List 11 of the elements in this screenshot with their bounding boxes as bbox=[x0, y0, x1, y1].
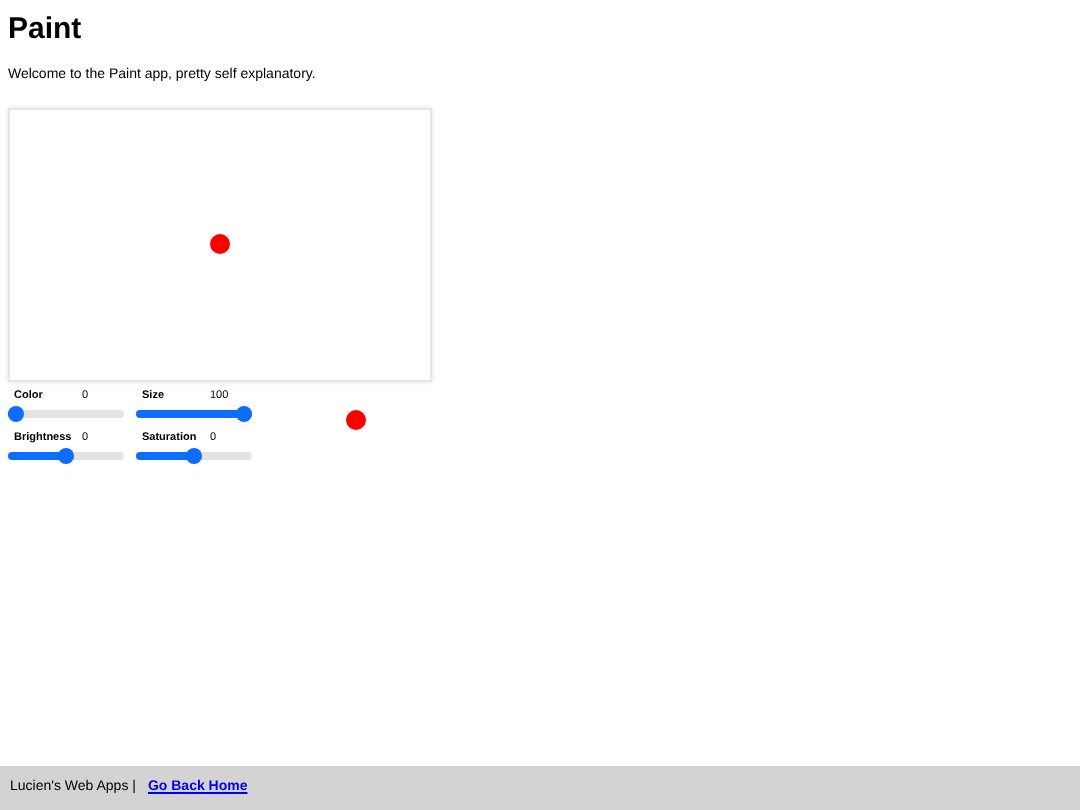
slider-track[interactable] bbox=[136, 452, 252, 460]
slider-thumb[interactable] bbox=[186, 448, 202, 464]
brush-preview-dot bbox=[346, 409, 366, 429]
paint-dot bbox=[210, 234, 230, 254]
slider-thumb[interactable] bbox=[58, 448, 74, 464]
slider-thumb[interactable] bbox=[236, 405, 252, 422]
slider-thumb[interactable] bbox=[8, 405, 24, 422]
slider-track[interactable] bbox=[8, 452, 124, 460]
page-title: Paint bbox=[8, 12, 84, 48]
slider-track[interactable] bbox=[8, 409, 124, 418]
slider-track[interactable] bbox=[136, 409, 252, 418]
